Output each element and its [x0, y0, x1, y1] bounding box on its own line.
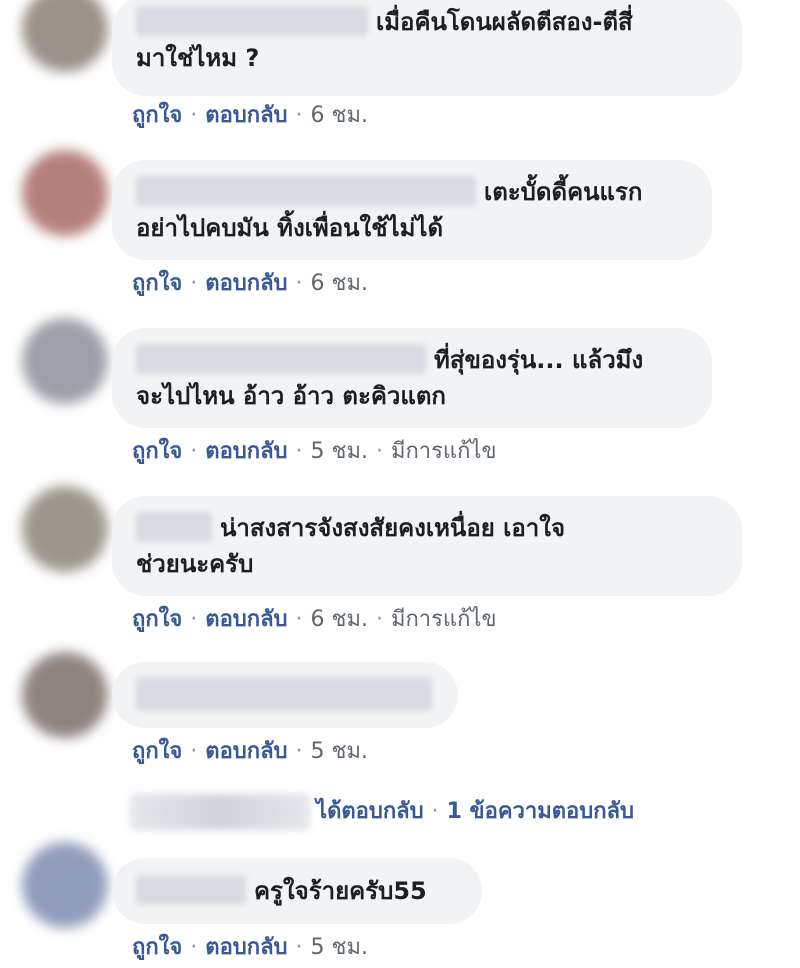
reply-count: 1 ข้อความตอบกลับ	[446, 799, 634, 824]
comment-timestamp[interactable]: 6 ชม.	[311, 271, 368, 296]
comment-timestamp[interactable]: 5 ชม.	[311, 439, 368, 464]
separator: ·	[295, 439, 303, 464]
comment-bubble: ที่สุ่ของรุ่น... แล้วมึง จะไปไหน อ้าว อ้…	[112, 328, 712, 428]
edited-label[interactable]: มีการแก้ไข	[391, 439, 497, 464]
reply-button[interactable]: ตอบกลับ	[205, 439, 287, 464]
separator: ·	[190, 935, 198, 960]
comment-bubble: น่าสงสารจังสงสัยคงเหนื่อย เอาใจ ช่วยนะคร…	[112, 496, 742, 596]
comment-bubble: เตะบั้ดดี้คนแรก อย่าไปคบมัน ทิ้งเพื่อนใช…	[112, 160, 712, 260]
reply-button[interactable]: ตอบกลับ	[205, 935, 287, 960]
commenter-name[interactable]	[136, 512, 212, 542]
comment-text-line: มาใช่ไหม ?	[136, 44, 260, 72]
separator: ·	[375, 607, 383, 632]
commenter-name[interactable]	[136, 677, 432, 711]
separator: ·	[190, 739, 198, 764]
comment-timestamp[interactable]: 5 ชม.	[311, 935, 368, 960]
reply-button[interactable]: ตอบกลับ	[205, 103, 287, 128]
comment-timestamp[interactable]: 6 ชม.	[311, 103, 368, 128]
separator: ·	[295, 103, 303, 128]
commenter-name[interactable]	[136, 6, 368, 36]
comment-text-line: ช่วยนะครับ	[136, 550, 254, 578]
separator: ·	[295, 739, 303, 764]
view-replies-link[interactable]: ได้ตอบกลับ · 1 ข้อความตอบกลับ	[130, 794, 634, 830]
comment-actions: ถูกใจ · ตอบกลับ · 6 ชม.	[132, 269, 368, 299]
avatar[interactable]	[22, 486, 108, 572]
separator: ·	[375, 439, 383, 464]
comment-actions: ถูกใจ · ตอบกลับ · 6 ชม. · มีการแก้ไข	[132, 605, 497, 635]
separator: ·	[431, 799, 439, 824]
comment-text-line: น่าสงสารจังสงสัยคงเหนื่อย เอาใจ	[136, 510, 716, 546]
comment-text-line: ครูใจร้ายครับ55	[136, 873, 456, 909]
avatar[interactable]	[22, 652, 108, 738]
like-button[interactable]: ถูกใจ	[132, 935, 182, 960]
comment-actions: ถูกใจ · ตอบกลับ · 6 ชม.	[132, 101, 368, 131]
commenter-name[interactable]	[136, 344, 426, 374]
separator: ·	[190, 271, 198, 296]
like-button[interactable]: ถูกใจ	[132, 739, 182, 764]
commenter-name[interactable]	[136, 176, 476, 206]
comment-text-line: จะไปไหน อ้าว อ้าว ตะคิวแตก	[136, 382, 446, 410]
comment-text-line: เมื่อคืนโดนผลัดตีสอง-ตีสี่	[136, 4, 716, 40]
comment-actions: ถูกใจ · ตอบกลับ · 5 ชม. · มีการแก้ไข	[132, 437, 497, 467]
comment-timestamp[interactable]: 5 ชม.	[311, 739, 368, 764]
separator: ·	[295, 607, 303, 632]
comment-timestamp[interactable]: 6 ชม.	[311, 607, 368, 632]
comment-actions: ถูกใจ · ตอบกลับ · 5 ชม.	[132, 933, 368, 963]
separator: ·	[190, 439, 198, 464]
separator: ·	[190, 103, 198, 128]
commenter-name[interactable]	[136, 875, 246, 905]
avatar[interactable]	[22, 150, 108, 236]
comment-text-line: ที่สุ่ของรุ่น... แล้วมึง	[136, 342, 686, 378]
avatar[interactable]	[22, 842, 108, 928]
comment-bubble	[112, 662, 458, 728]
avatar[interactable]	[22, 0, 108, 72]
reply-button[interactable]: ตอบกลับ	[205, 271, 287, 296]
separator: ·	[295, 271, 303, 296]
reply-button[interactable]: ตอบกลับ	[205, 739, 287, 764]
reply-author	[130, 794, 310, 830]
separator: ·	[295, 935, 303, 960]
comment-text-line: อย่าไปคบมัน ทิ้งเพื่อนใช้ไม่ได้	[136, 214, 444, 242]
comment-text-line: เตะบั้ดดี้คนแรก	[136, 174, 686, 210]
like-button[interactable]: ถูกใจ	[132, 439, 182, 464]
edited-label[interactable]: มีการแก้ไข	[391, 607, 497, 632]
comment-actions: ถูกใจ · ตอบกลับ · 5 ชม.	[132, 737, 368, 767]
like-button[interactable]: ถูกใจ	[132, 103, 182, 128]
reply-button[interactable]: ตอบกลับ	[205, 607, 287, 632]
replied-text: ได้ตอบกลับ	[316, 799, 424, 824]
comment-bubble: ครูใจร้ายครับ55	[112, 858, 482, 924]
comment-bubble: เมื่อคืนโดนผลัดตีสอง-ตีสี่ มาใช่ไหม ?	[112, 0, 742, 96]
like-button[interactable]: ถูกใจ	[132, 271, 182, 296]
separator: ·	[190, 607, 198, 632]
avatar[interactable]	[22, 318, 108, 404]
like-button[interactable]: ถูกใจ	[132, 607, 182, 632]
